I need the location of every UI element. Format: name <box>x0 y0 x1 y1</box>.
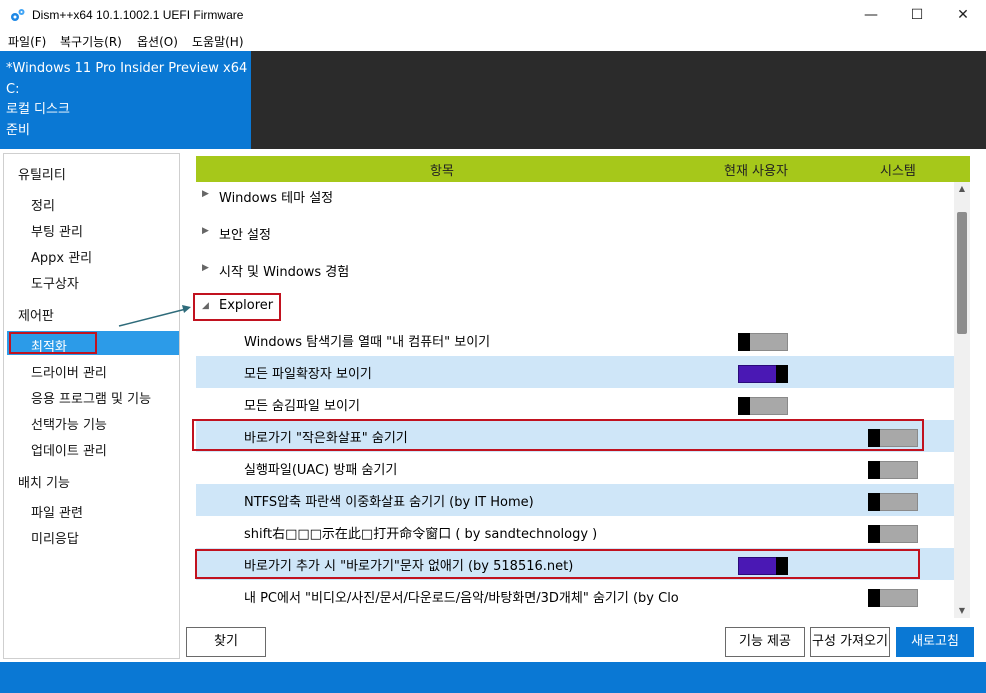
sidebar-item-updates[interactable]: 업데이트 관리 <box>31 440 107 459</box>
option-label: 실행파일(UAC) 방패 숨기기 <box>244 463 398 478</box>
option-row[interactable]: 실행파일(UAC) 방패 숨기기 <box>196 452 954 484</box>
category-row-explorer[interactable]: ◢ Explorer <box>196 291 954 323</box>
highlight-box-shortcut-text <box>195 549 920 579</box>
category-label: Windows 테마 설정 <box>219 191 334 206</box>
scroll-down-icon[interactable]: ▼ <box>954 604 970 618</box>
sidebar-item-drivers[interactable]: 드라이버 관리 <box>31 362 107 381</box>
toggle-switch[interactable] <box>868 525 918 543</box>
toggle-switch[interactable] <box>738 365 788 383</box>
highlight-box-optimize <box>9 332 97 354</box>
minimize-button[interactable]: — <box>848 0 894 31</box>
menu-recovery[interactable]: 복구기능(R) <box>60 33 122 50</box>
option-label: NTFS압축 파란색 이중화살표 숨기기 (by IT Home) <box>244 495 534 510</box>
title-bar: Dism++x64 10.1.1002.1 UEFI Firmware — ☐ … <box>0 0 986 31</box>
features-button[interactable]: 기능 제공 <box>725 627 805 657</box>
drive-letter: C: <box>6 81 20 97</box>
toggle-switch[interactable] <box>868 461 918 479</box>
column-header-system[interactable]: 시스템 <box>880 160 916 179</box>
option-row[interactable]: NTFS압축 파란색 이중화살표 숨기기 (by IT Home) <box>196 484 954 516</box>
disk-type: 로컬 디스크 <box>6 102 70 117</box>
category-row[interactable]: ▶ 시작 및 Windows 경험 <box>196 254 954 286</box>
session-status: 준비 <box>6 122 30 138</box>
option-row[interactable]: 모든 파일확장자 보이기 <box>196 356 954 388</box>
highlight-box-explorer <box>193 293 281 321</box>
status-bar <box>0 662 986 693</box>
option-row[interactable]: 내 PC에서 "비디오/사진/문서/다운로드/음악/바탕화면/3D개체" 숨기기… <box>196 580 954 616</box>
scroll-up-icon[interactable]: ▲ <box>954 182 970 196</box>
window-title: Dism++x64 10.1.1002.1 UEFI Firmware <box>32 8 244 22</box>
sidebar-item-boot[interactable]: 부팅 관리 <box>31 221 83 240</box>
menu-bar: 파일(F) 복구기능(R) 옵션(O) 도움말(H) <box>0 31 986 51</box>
import-config-button[interactable]: 구성 가져오기 <box>810 627 890 657</box>
menu-help[interactable]: 도움말(H) <box>192 33 244 50</box>
sidebar-group-deploy: 배치 기능 <box>18 476 70 491</box>
vertical-scrollbar[interactable]: ▲ ▼ <box>954 182 970 618</box>
session-info-bar: *Windows 11 Pro Insider Preview x64 C: 로… <box>0 51 986 149</box>
find-button[interactable]: 찾기 <box>186 627 266 657</box>
menu-file[interactable]: 파일(F) <box>8 33 46 50</box>
menu-options[interactable]: 옵션(O) <box>137 33 178 50</box>
maximize-button[interactable]: ☐ <box>894 0 940 31</box>
column-header-current-user[interactable]: 현재 사용자 <box>724 160 788 179</box>
option-label: 모든 파일확장자 보이기 <box>244 367 372 382</box>
sidebar-item-apps[interactable]: 응용 프로그램 및 기능 <box>31 388 151 407</box>
close-button[interactable]: ✕ <box>940 0 986 31</box>
gear-icon <box>11 9 25 21</box>
scroll-thumb[interactable] <box>957 212 967 334</box>
sidebar-item-unattend[interactable]: 미리응답 <box>31 528 79 547</box>
option-row[interactable]: shift右□□□示在此□打开命令窗口 ( by sandtechnology … <box>196 516 954 548</box>
category-label: 시작 및 Windows 경험 <box>219 265 350 280</box>
toggle-switch[interactable] <box>738 333 788 351</box>
sidebar: 유틸리티 정리 부팅 관리 Appx 관리 도구상자 제어판 최적화 드라이버 … <box>3 153 180 659</box>
sidebar-item-files[interactable]: 파일 관련 <box>31 502 83 521</box>
option-label: 모든 숨김파일 보이기 <box>244 399 360 414</box>
option-row[interactable]: 모든 숨김파일 보이기 <box>196 388 954 420</box>
column-header-item[interactable]: 항목 <box>430 160 454 179</box>
sidebar-group-control-panel: 제어판 <box>18 309 54 324</box>
option-label: shift右□□□示在此□打开命令窗口 ( by sandtechnology … <box>244 527 598 542</box>
category-label: 보안 설정 <box>219 228 271 243</box>
option-label: 내 PC에서 "비디오/사진/문서/다운로드/음악/바탕화면/3D개체" 숨기기… <box>244 591 679 606</box>
sidebar-item-appx[interactable]: Appx 관리 <box>31 247 92 266</box>
sidebar-group-utilities: 유틸리티 <box>18 168 66 183</box>
option-label: Windows 탐색기를 열때 "내 컴퓨터" 보이기 <box>244 335 491 350</box>
highlight-box-small-arrow <box>192 419 924 451</box>
expand-arrow-icon[interactable]: ▶ <box>202 189 209 199</box>
table-header: 항목 현재 사용자 시스템 <box>196 156 970 182</box>
category-row[interactable]: ▶ Windows 테마 설정 <box>196 180 954 212</box>
refresh-button[interactable]: 새로고침 <box>896 627 974 657</box>
sidebar-item-toolbox[interactable]: 도구상자 <box>31 273 79 292</box>
sidebar-item-cleanup[interactable]: 정리 <box>31 195 55 214</box>
toggle-switch[interactable] <box>738 397 788 415</box>
expand-arrow-icon[interactable]: ▶ <box>202 226 209 236</box>
option-row[interactable]: Windows 탐색기를 열때 "내 컴퓨터" 보이기 <box>196 324 954 356</box>
category-row[interactable]: ▶ 보안 설정 <box>196 217 954 249</box>
toggle-switch[interactable] <box>868 493 918 511</box>
expand-arrow-icon[interactable]: ▶ <box>202 263 209 273</box>
sidebar-item-optional-features[interactable]: 선택가능 기능 <box>31 414 107 433</box>
os-name: *Windows 11 Pro Insider Preview x64 <box>6 61 248 76</box>
toggle-switch[interactable] <box>868 589 918 607</box>
session-card[interactable]: *Windows 11 Pro Insider Preview x64 C: 로… <box>0 51 251 149</box>
